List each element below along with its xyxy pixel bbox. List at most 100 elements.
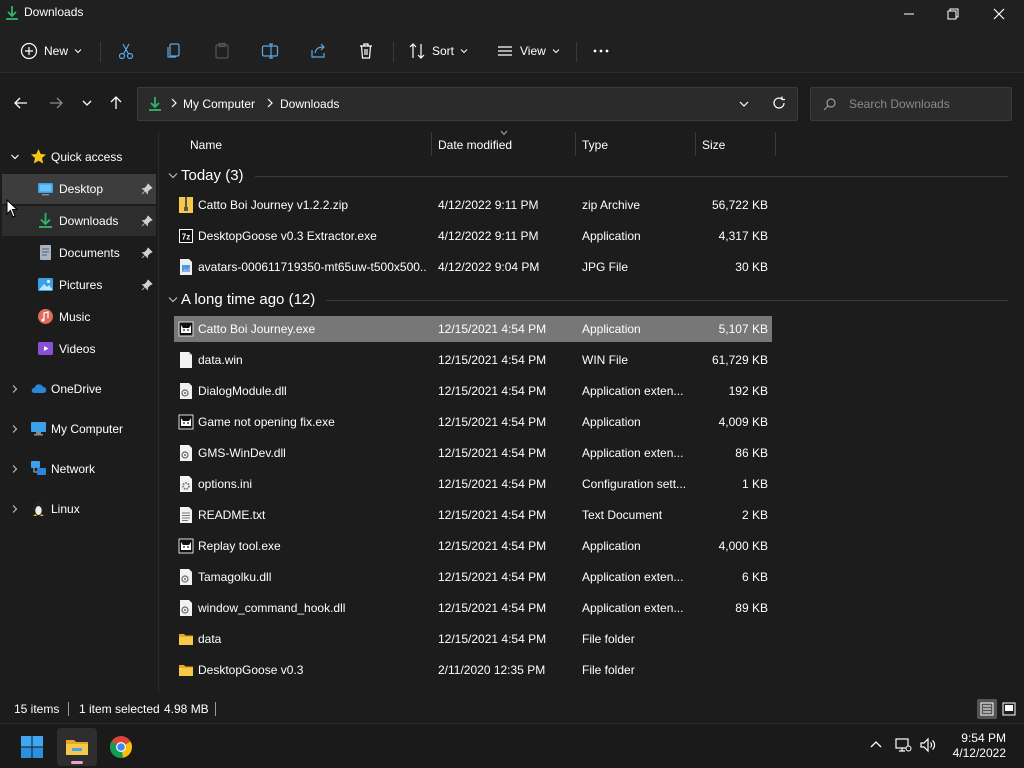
column-divider[interactable]	[775, 132, 776, 156]
volume-icon[interactable]	[919, 736, 937, 754]
file-row[interactable]: Catto Boi Journey.exe 12/15/2021 4:54 PM A…	[174, 316, 772, 342]
search-box[interactable]	[810, 87, 1012, 121]
file-explorer-icon	[66, 740, 88, 755]
file-row[interactable]: data.win 12/15/2021 4:54 PM WIN File 61,729…	[174, 347, 772, 373]
sidebar-item-quick-access[interactable]: Quick access	[2, 142, 156, 172]
sidebar-item-network[interactable]: Network	[2, 454, 156, 484]
network-icon[interactable]	[894, 736, 912, 754]
cut-button[interactable]	[117, 36, 135, 66]
file-type: Text Document	[582, 508, 663, 522]
file-row[interactable]: data 12/15/2021 4:54 PM File folder	[174, 626, 772, 652]
file-date: 2/11/2020 12:35 PM	[438, 663, 546, 677]
copy-icon	[167, 43, 180, 58]
recent-locations-button[interactable]	[77, 93, 97, 113]
address-bar[interactable]: My Computer Downloads	[137, 87, 798, 121]
group-header[interactable]: A long time ago (12)	[166, 288, 1016, 312]
delete-button[interactable]	[357, 36, 375, 66]
text-file-icon	[178, 506, 194, 524]
chevron-up-icon[interactable]	[867, 736, 885, 754]
taskbar-file-explorer[interactable]	[57, 728, 97, 766]
details-view-button[interactable]	[977, 699, 997, 719]
file-size: 1 KB	[741, 477, 768, 491]
column-header-size[interactable]: Size	[702, 138, 725, 152]
column-divider[interactable]	[431, 132, 432, 156]
file-row[interactable]: DesktopGoose v0.3 2/11/2020 12:35 PM File …	[174, 657, 772, 683]
sidebar-item-pictures[interactable]: Pictures	[2, 270, 156, 300]
file-name: Tamagolku.dll	[198, 570, 272, 584]
file-row[interactable]: Tamagolku.dll 12/15/2021 4:54 PM Applicati…	[174, 564, 772, 590]
up-button[interactable]	[106, 93, 126, 113]
sidebar-item-label: Network	[51, 462, 96, 476]
svg-text:7z: 7z	[182, 233, 190, 242]
clock[interactable]: 9:54 PM 4/12/2022	[953, 731, 1006, 761]
arrow-up-icon	[110, 96, 122, 109]
start-button[interactable]	[12, 728, 52, 766]
sidebar-item-linux[interactable]: Linux	[2, 494, 156, 524]
file-date: 12/15/2021 4:54 PM	[438, 353, 547, 367]
file-type: Application exten...	[582, 446, 684, 460]
paste-button[interactable]	[213, 36, 231, 66]
group-divider	[255, 176, 1008, 177]
rename-button[interactable]	[261, 36, 279, 66]
details-view-icon	[980, 702, 994, 716]
sidebar-item-onedrive[interactable]: OneDrive	[2, 374, 156, 404]
breadcrumb-downloads[interactable]: Downloads	[280, 97, 339, 111]
file-size: 192 KB	[728, 384, 768, 398]
file-row[interactable]: Replay tool.exe 12/15/2021 4:54 PM Applica…	[174, 533, 772, 559]
file-row[interactable]: avatars-000611719350-mt65uw-t500x500....…	[174, 254, 772, 280]
sidebar-item-documents[interactable]: Documents	[2, 238, 156, 268]
restore-button[interactable]	[930, 0, 976, 28]
search-input[interactable]	[849, 96, 999, 112]
column-divider[interactable]	[695, 132, 696, 156]
view-button[interactable]: View	[496, 36, 560, 66]
column-divider[interactable]	[575, 132, 576, 156]
sidebar-item-videos[interactable]: Videos	[2, 334, 156, 364]
back-button[interactable]	[11, 93, 31, 113]
sidebar-item-downloads[interactable]: Downloads	[2, 206, 156, 236]
sidebar-item-desktop[interactable]: Desktop	[2, 174, 156, 204]
taskbar-chrome[interactable]	[101, 728, 141, 766]
pin-icon	[141, 279, 153, 291]
file-size: 5,107 KB	[718, 322, 768, 336]
file-row[interactable]: options.ini 12/15/2021 4:54 PM Configurati…	[174, 471, 772, 497]
file-date: 4/12/2022 9:04 PM	[438, 260, 540, 274]
file-type: Application	[582, 539, 641, 553]
column-header-date[interactable]: Date modified	[438, 138, 512, 152]
dll-file-icon	[178, 599, 194, 617]
sidebar-item-label: Videos	[59, 342, 96, 356]
file-row[interactable]: README.txt 12/15/2021 4:54 PM Text Documen…	[174, 502, 772, 528]
more-button[interactable]	[592, 36, 610, 66]
file-row[interactable]: GMS-WinDev.dll 12/15/2021 4:54 PM Applicat…	[174, 440, 772, 466]
column-header-type[interactable]: Type	[582, 138, 608, 152]
sort-button[interactable]: Sort	[408, 36, 468, 66]
address-history-button[interactable]	[738, 98, 754, 112]
group-label: Today (3)	[181, 167, 244, 184]
file-row[interactable]: window_command_hook.dll 12/15/2021 4:54 P…	[174, 595, 772, 621]
pane-splitter[interactable]	[158, 132, 159, 692]
large-icons-view-button[interactable]	[999, 699, 1019, 719]
new-button[interactable]: New	[20, 36, 82, 66]
folder-icon	[178, 630, 194, 648]
file-row[interactable]: DialogModule.dll 12/15/2021 4:54 PM Applic…	[174, 378, 772, 404]
file-row[interactable]: 7z DesktopGoose v0.3 Extractor.exe 4/12/20…	[174, 223, 772, 249]
sidebar-item-music[interactable]: Music	[2, 302, 156, 332]
file-name: window_command_hook.dll	[198, 601, 346, 615]
sidebar-item-my-computer[interactable]: My Computer	[2, 414, 156, 444]
copy-button[interactable]	[165, 36, 183, 66]
music-icon	[38, 309, 53, 324]
breadcrumb-my-computer[interactable]: My Computer	[183, 97, 255, 111]
close-button[interactable]	[976, 0, 1022, 28]
forward-button[interactable]	[46, 93, 66, 113]
share-button[interactable]	[309, 36, 327, 66]
minimize-button[interactable]	[886, 0, 932, 28]
refresh-button[interactable]	[772, 96, 788, 112]
image-file-icon	[178, 258, 194, 276]
group-header[interactable]: Today (3)	[166, 164, 1016, 188]
file-row[interactable]: Catto Boi Journey v1.2.2.zip 4/12/2022 9:…	[174, 192, 772, 218]
arrow-left-icon	[14, 97, 27, 109]
file-date: 4/12/2022 9:11 PM	[438, 198, 539, 212]
file-size: 61,729 KB	[711, 353, 768, 367]
file-row[interactable]: Game not opening fix.exe 12/15/2021 4:54 …	[174, 409, 772, 435]
file-name: DialogModule.dll	[198, 384, 287, 398]
column-header-name[interactable]: Name	[190, 138, 222, 152]
